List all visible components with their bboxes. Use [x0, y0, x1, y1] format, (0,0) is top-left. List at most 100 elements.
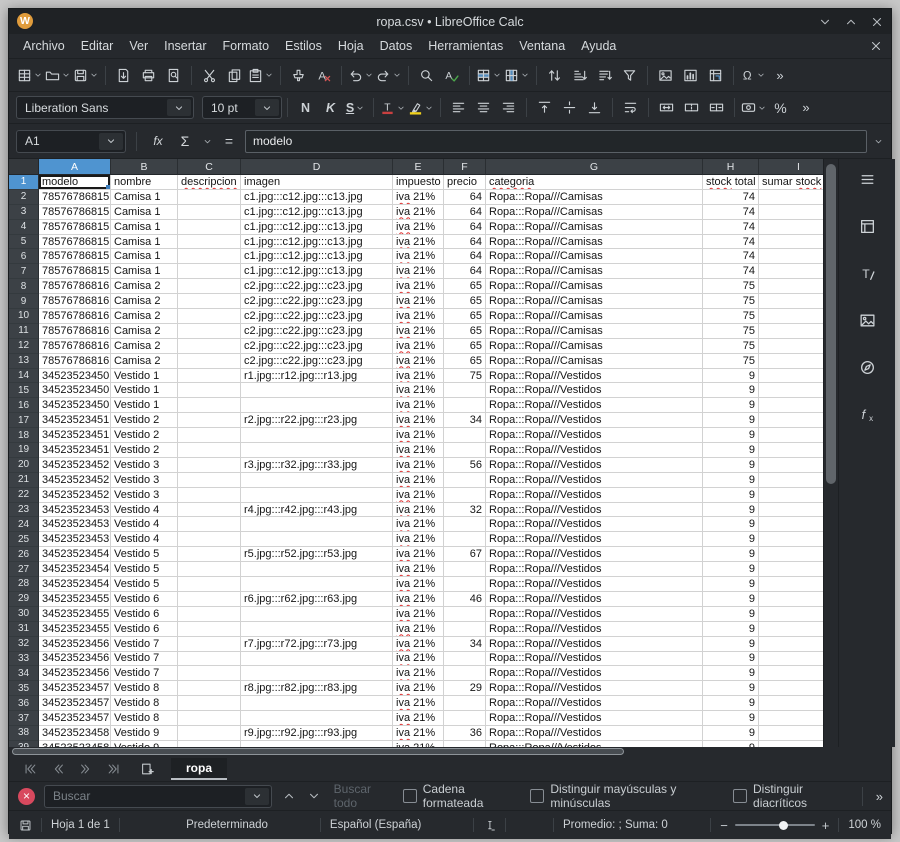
cell-A36[interactable]: 34523523457 [39, 696, 111, 711]
cell-A1[interactable]: modelo [39, 175, 111, 190]
cell-G27[interactable]: Ropa:::Ropa///Vestidos [486, 562, 703, 577]
cell-F32[interactable]: 34 [444, 637, 486, 652]
cell-B11[interactable]: Camisa 2 [111, 324, 178, 339]
align-bottom-button[interactable] [582, 96, 607, 120]
center-vertically-button[interactable] [557, 96, 582, 120]
cell-C2[interactable] [178, 190, 241, 205]
cell-B28[interactable]: Vestido 5 [111, 577, 178, 592]
cell-I8[interactable] [759, 279, 823, 294]
menu-hoja[interactable]: Hoja [330, 37, 372, 55]
cell-H9[interactable]: 75 [703, 294, 759, 309]
cell-F31[interactable] [444, 622, 486, 637]
insert-chart-button[interactable] [678, 63, 703, 87]
chevron-down-icon[interactable] [61, 70, 71, 80]
cell-H17[interactable]: 9 [703, 413, 759, 428]
cell-C22[interactable] [178, 488, 241, 503]
row-header-15[interactable]: 15 [9, 383, 39, 398]
cell-E20[interactable]: iva 21% [393, 458, 444, 473]
cell-A37[interactable]: 34523523457 [39, 711, 111, 726]
cell-I6[interactable] [759, 249, 823, 264]
checkbox-icon[interactable] [530, 789, 544, 803]
cell-H6[interactable]: 74 [703, 249, 759, 264]
cell-H3[interactable]: 74 [703, 205, 759, 220]
cell-I21[interactable] [759, 473, 823, 488]
cell-G17[interactable]: Ropa:::Ropa///Vestidos [486, 413, 703, 428]
page-style[interactable]: Predeterminado [186, 819, 268, 831]
cell-F23[interactable]: 32 [444, 503, 486, 518]
cell-E8[interactable]: iva 21% [393, 279, 444, 294]
cell-G33[interactable]: Ropa:::Ropa///Vestidos [486, 652, 703, 667]
cell-I25[interactable] [759, 532, 823, 547]
cell-I5[interactable] [759, 235, 823, 250]
cell-H5[interactable]: 74 [703, 235, 759, 250]
undo-button[interactable] [347, 63, 375, 87]
cell-H18[interactable]: 9 [703, 428, 759, 443]
cell-F3[interactable]: 64 [444, 205, 486, 220]
column-header-A[interactable]: A [39, 159, 111, 175]
row-header-28[interactable]: 28 [9, 577, 39, 592]
titlebar[interactable]: W ropa.csv • LibreOffice Calc [9, 9, 891, 34]
sheet-grid[interactable]: ABCDEFGHI1modelonombredescripcionimageni… [9, 159, 823, 747]
cell-E27[interactable]: iva 21% [393, 562, 444, 577]
column-header-C[interactable]: C [178, 159, 241, 175]
cell-D20[interactable]: r3.jpg:::r32.jpg:::r33.jpg [241, 458, 393, 473]
cell-E10[interactable]: iva 21% [393, 309, 444, 324]
menu-datos[interactable]: Datos [372, 37, 421, 55]
cell-I23[interactable] [759, 503, 823, 518]
row-header-4[interactable]: 4 [9, 220, 39, 235]
cell-F19[interactable] [444, 443, 486, 458]
cell-G31[interactable]: Ropa:::Ropa///Vestidos [486, 622, 703, 637]
cell-B2[interactable]: Camisa 1 [111, 190, 178, 205]
cell-E2[interactable]: iva 21% [393, 190, 444, 205]
menu-editar[interactable]: Editar [73, 37, 122, 55]
sort-ascending-button[interactable] [567, 63, 592, 87]
row-header-32[interactable]: 32 [9, 637, 39, 652]
cell-E5[interactable]: iva 21% [393, 235, 444, 250]
cell-G1[interactable]: categoria [486, 175, 703, 190]
cell-G11[interactable]: Ropa:::Ropa///Camisas [486, 324, 703, 339]
maximize-icon[interactable] [843, 14, 859, 30]
chevron-down-icon[interactable] [492, 70, 502, 80]
cell-C37[interactable] [178, 711, 241, 726]
cell-B19[interactable]: Vestido 2 [111, 443, 178, 458]
cell-H14[interactable]: 9 [703, 369, 759, 384]
cell-D25[interactable] [241, 532, 393, 547]
cell-D16[interactable] [241, 398, 393, 413]
cell-C9[interactable] [178, 294, 241, 309]
cell-C23[interactable] [178, 503, 241, 518]
cell-B13[interactable]: Camisa 2 [111, 354, 178, 369]
cell-D10[interactable]: c2.jpg:::c22.jpg:::c23.jpg [241, 309, 393, 324]
formula-button[interactable]: = [218, 130, 240, 152]
cell-I15[interactable] [759, 383, 823, 398]
cell-B33[interactable]: Vestido 7 [111, 652, 178, 667]
cell-B24[interactable]: Vestido 4 [111, 517, 178, 532]
cell-A28[interactable]: 34523523454 [39, 577, 111, 592]
cell-B17[interactable]: Vestido 2 [111, 413, 178, 428]
cell-A4[interactable]: 78576786815 [39, 220, 111, 235]
cell-D15[interactable] [241, 383, 393, 398]
menu-herramientas[interactable]: Herramientas [420, 37, 511, 55]
format-currency-button[interactable] [740, 96, 768, 120]
cell-C15[interactable] [178, 383, 241, 398]
previous-sheet-icon[interactable] [45, 759, 70, 779]
cell-E19[interactable]: iva 21% [393, 443, 444, 458]
print-button[interactable] [136, 63, 161, 87]
cell-C13[interactable] [178, 354, 241, 369]
cell-F5[interactable]: 64 [444, 235, 486, 250]
cell-E23[interactable]: iva 21% [393, 503, 444, 518]
row-header-5[interactable]: 5 [9, 235, 39, 250]
cell-H25[interactable]: 9 [703, 532, 759, 547]
cell-D17[interactable]: r2.jpg:::r22.jpg:::r23.jpg [241, 413, 393, 428]
cell-I30[interactable] [759, 607, 823, 622]
cell-F6[interactable]: 64 [444, 249, 486, 264]
row-header-18[interactable]: 18 [9, 428, 39, 443]
cell-H28[interactable]: 9 [703, 577, 759, 592]
row-header-17[interactable]: 17 [9, 413, 39, 428]
chevron-down-icon[interactable] [424, 103, 434, 113]
search-input[interactable]: Buscar [44, 785, 272, 808]
cell-H20[interactable]: 9 [703, 458, 759, 473]
cell-A6[interactable]: 78576786815 [39, 249, 111, 264]
cell-C17[interactable] [178, 413, 241, 428]
row-header-11[interactable]: 11 [9, 324, 39, 339]
cell-C21[interactable] [178, 473, 241, 488]
